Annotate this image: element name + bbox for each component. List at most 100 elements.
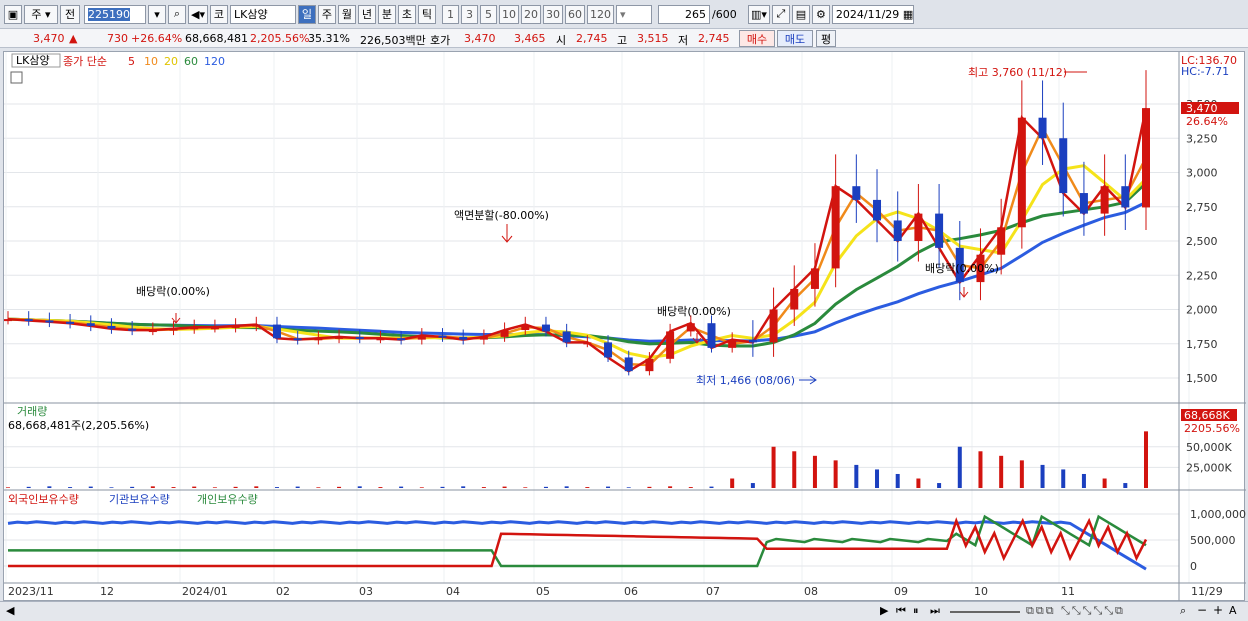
- tab-month[interactable]: 월: [337, 4, 356, 24]
- x-tick-label: 12: [100, 585, 114, 598]
- scroll-left-icon[interactable]: ◀: [6, 604, 14, 617]
- x-axis: 2023/11 12 2024/01 02 03 04 05 06 07 08 09 10 11 11/2…: [8, 585, 1223, 598]
- code-dropdown-icon[interactable]: ▾: [148, 4, 166, 24]
- gear-icon[interactable]: ⚙: [811, 4, 830, 24]
- volume-bar: [212, 487, 217, 488]
- font-size-icon[interactable]: A: [1229, 604, 1237, 617]
- first-page-icon[interactable]: ⏮: [896, 604, 906, 618]
- volume-bar: [419, 487, 424, 488]
- window-icon[interactable]: ▣: [4, 4, 22, 24]
- x-tick-label: 2023/11: [8, 585, 54, 598]
- volume-bar: [357, 486, 362, 488]
- tab-minute[interactable]: 분: [377, 4, 396, 24]
- period-select-value: 주: [31, 8, 42, 21]
- x-tick-label: 05: [536, 585, 550, 598]
- drawing-tools-icons[interactable]: ⧉⧉⧉ ⤡⤡⤡⤡⤡⧉: [1026, 604, 1125, 618]
- range-count-input[interactable]: 265: [657, 4, 710, 24]
- interval-120[interactable]: 120: [586, 4, 614, 24]
- institution-holdings-legend: 기관보유수량: [109, 493, 170, 506]
- volume-bar: [6, 487, 10, 488]
- high-label: 고: [617, 34, 628, 47]
- y-tick-label: 500,000: [1190, 534, 1236, 547]
- candle-body: [935, 213, 944, 248]
- y-tick-label: 2,000: [1186, 304, 1218, 317]
- split-annotation: 액면분할(-80.00%): [454, 209, 549, 222]
- candle-body: [169, 328, 178, 331]
- volume-bar: [337, 486, 342, 488]
- custom-interval-input[interactable]: ▾: [615, 4, 652, 24]
- interval-5[interactable]: 5: [479, 4, 497, 24]
- date-input[interactable]: 2024/11/29 ▦: [831, 4, 914, 24]
- zoom-slider[interactable]: [950, 611, 1020, 613]
- candle-body: [666, 331, 675, 359]
- ma-legend-title: 종가 단순: [63, 55, 107, 68]
- prev-button[interactable]: 전: [60, 4, 80, 24]
- tab-year[interactable]: 년: [357, 4, 376, 24]
- volume-bar: [440, 486, 445, 488]
- last-price-label: 3,470: [1186, 102, 1218, 115]
- interval-1[interactable]: 1: [441, 4, 459, 24]
- tab-second[interactable]: 초: [397, 4, 416, 24]
- interval-60[interactable]: 60: [564, 4, 585, 24]
- candle-body: [376, 338, 385, 341]
- volume-bar: [26, 486, 31, 488]
- interval-30[interactable]: 30: [542, 4, 563, 24]
- y-tick-label: 25,000K: [1186, 461, 1232, 474]
- tab-week[interactable]: 주: [317, 4, 336, 24]
- eval-button[interactable]: 평: [816, 30, 836, 47]
- zoom-out-icon[interactable]: −: [1197, 603, 1207, 617]
- candle-body: [252, 324, 261, 327]
- candle-body: [107, 325, 116, 329]
- foreign-holdings-legend: 외국인보유수량: [8, 493, 79, 506]
- volume-bar: [585, 487, 590, 488]
- draw-tool-icon[interactable]: ⤢: [771, 4, 790, 24]
- low-annotation: 최저 1,466 (08/06): [696, 374, 795, 387]
- scroll-bar[interactable]: ◀ ▶ ⏮ ⏸ ⏭ ⧉⧉⧉ ⤡⤡⤡⤡⤡⧉ ⌕ − + A: [0, 601, 1248, 621]
- ask-label: 호가: [430, 34, 451, 47]
- pause-icon[interactable]: ⏸: [913, 604, 919, 618]
- volume-bar: [47, 486, 52, 488]
- volume-bar: [88, 486, 93, 488]
- open-label: 시: [556, 34, 567, 47]
- volume-bar: [316, 487, 321, 488]
- interval-10[interactable]: 10: [498, 4, 519, 24]
- y-tick-label: 2,250: [1186, 269, 1218, 282]
- x-tick-label: 09: [894, 585, 908, 598]
- save-icon[interactable]: ▤: [791, 4, 810, 24]
- tab-tick[interactable]: 틱: [417, 4, 436, 24]
- ma10-legend: 10: [144, 55, 158, 68]
- zoom-in-icon[interactable]: +: [1213, 603, 1223, 617]
- grid-toggle-icon[interactable]: [10, 71, 23, 84]
- volume-bar: [1144, 431, 1148, 488]
- code-input[interactable]: 225190: [84, 4, 146, 24]
- candle-body: [1059, 138, 1068, 194]
- search-icon[interactable]: ⌕: [168, 4, 186, 24]
- candle-body: [210, 327, 219, 330]
- split-arrow-icon: [501, 224, 513, 243]
- speaker-icon[interactable]: ◀▾: [188, 4, 208, 24]
- chart-area[interactable]: LK삼양 종가 단순 5 10 20 60 120 LC:136.70 HC:-…: [3, 51, 1246, 602]
- volume-bar: [254, 486, 259, 488]
- candle-type-icon[interactable]: ▥▾: [747, 4, 770, 24]
- last-volume-pct: 2205.56%: [1184, 422, 1240, 435]
- interval-20[interactable]: 20: [520, 4, 541, 24]
- buy-button[interactable]: 매수: [739, 30, 775, 47]
- stock-name-field[interactable]: LK삼양: [229, 4, 296, 24]
- y-tick-label: 3,000: [1186, 167, 1218, 180]
- volume-bar: [1061, 469, 1066, 488]
- candle-body: [914, 213, 923, 241]
- date-value: 2024/11/29: [835, 7, 900, 21]
- candle-body: [128, 328, 137, 331]
- sell-button[interactable]: 매도: [777, 30, 813, 47]
- scroll-right-icon[interactable]: ▶: [880, 604, 888, 617]
- zoom-icon[interactable]: ⌕: [1180, 604, 1186, 618]
- price-y-axis: 3,5003,2503,0002,7502,5002,2502,0001,750…: [1186, 98, 1218, 385]
- period-select[interactable]: 주 ▾: [24, 4, 58, 24]
- volume-bar: [1102, 478, 1107, 488]
- stock-prefix[interactable]: 코: [209, 4, 228, 24]
- tab-day[interactable]: 일: [297, 4, 316, 24]
- volume-bar: [709, 486, 714, 488]
- interval-3[interactable]: 3: [460, 4, 478, 24]
- calendar-icon[interactable]: ▦: [903, 8, 913, 21]
- last-page-icon[interactable]: ⏭: [930, 604, 940, 618]
